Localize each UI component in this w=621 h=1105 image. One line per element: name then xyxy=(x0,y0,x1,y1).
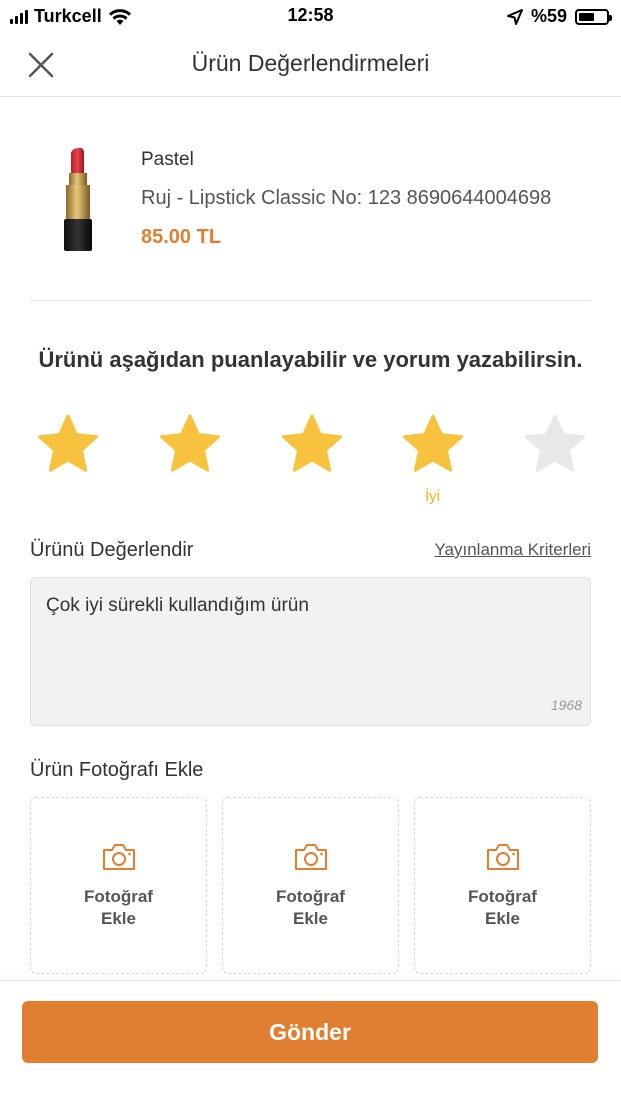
star-2-icon[interactable] xyxy=(157,412,223,478)
review-label: Ürünü Değerlendir xyxy=(30,539,194,561)
review-text: Çok iyi sürekli kullandığım ürün xyxy=(46,595,309,616)
add-photo-label: Fotoğraf Ekle xyxy=(468,887,537,928)
submit-button[interactable]: Gönder xyxy=(22,1001,598,1063)
camera-icon xyxy=(487,844,519,870)
publishing-criteria-link[interactable]: Yayınlanma Kriterleri xyxy=(434,540,591,560)
star-1-icon[interactable] xyxy=(35,412,101,478)
character-counter: 1968 xyxy=(550,697,582,713)
photo-section-label: Ürün Fotoğrafı Ekle xyxy=(30,759,204,781)
product-image xyxy=(64,147,92,251)
star-4-icon[interactable] xyxy=(400,412,466,478)
battery-icon xyxy=(575,8,612,25)
rating-prompt: Ürünü aşağıdan puanlayabilir ve yorum ya… xyxy=(38,347,583,372)
rating-label: İyi xyxy=(425,488,440,505)
battery-percentage: %59 xyxy=(530,6,567,26)
product-card: Pastel Ruj - Lipstick Classic No: 123 86… xyxy=(30,97,591,301)
star-3-icon[interactable] xyxy=(279,412,345,478)
product-price: 85.00 TL xyxy=(141,226,222,248)
add-photo-button-2[interactable]: Fotoğraf Ekle xyxy=(222,797,399,974)
review-textarea[interactable]: Çok iyi sürekli kullandığım ürün 1968 xyxy=(30,577,591,726)
product-brand: Pastel xyxy=(141,149,194,170)
add-photo-label: Fotoğraf Ekle xyxy=(276,887,345,928)
battery-fill xyxy=(579,12,594,21)
footer-bar: Gönder xyxy=(0,980,621,1105)
product-name: Ruj - Lipstick Classic No: 123 869064400… xyxy=(141,187,552,209)
nav-header: Ürün Değerlendirmeleri xyxy=(0,32,621,97)
camera-icon xyxy=(295,844,327,870)
location-arrow-icon xyxy=(506,8,523,25)
status-bar: Turkcell 12:58 %59 xyxy=(0,0,621,32)
add-photo-button-3[interactable]: Fotoğraf Ekle xyxy=(414,797,591,974)
add-photo-button-1[interactable]: Fotoğraf Ekle xyxy=(30,797,207,974)
status-right: %59 xyxy=(506,6,612,27)
star-5-icon[interactable] xyxy=(522,412,588,478)
add-photo-label: Fotoğraf Ekle xyxy=(84,887,153,928)
camera-icon xyxy=(103,844,135,870)
page-title: Ürün Değerlendirmeleri xyxy=(191,50,430,76)
star-rating xyxy=(0,412,621,512)
